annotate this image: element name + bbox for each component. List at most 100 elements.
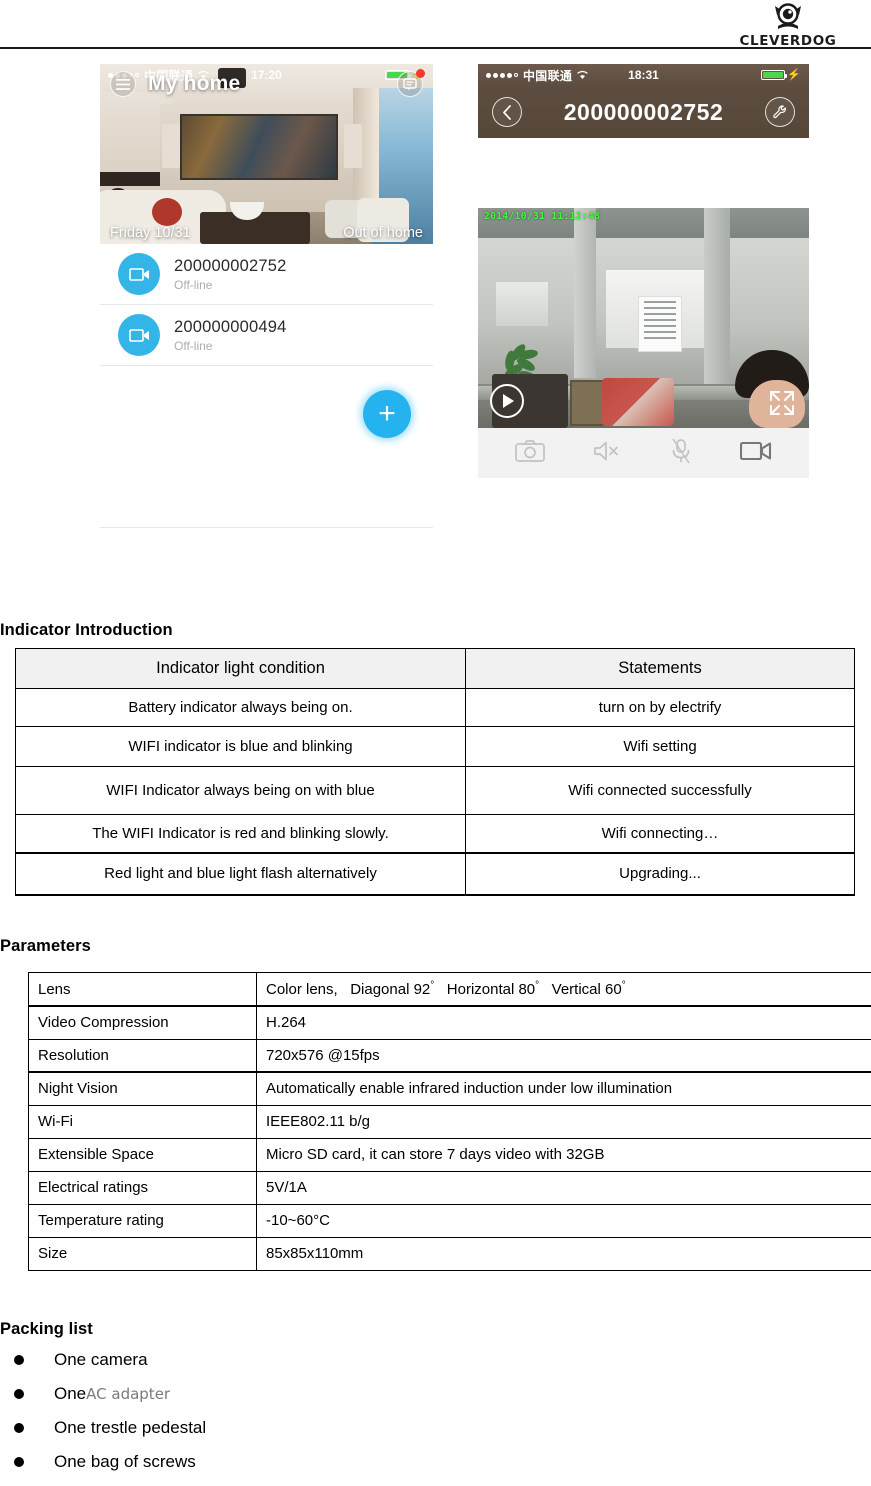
table-header-row: Indicator light condition Statements (16, 649, 855, 689)
play-icon[interactable] (490, 384, 524, 418)
indicator-section-title: Indicator Introduction (0, 621, 173, 640)
wifi-icon (576, 70, 589, 80)
packing-list: One camera One AC adapter One trestle pe… (0, 1350, 520, 1486)
parameter-value: H.264 (257, 1006, 871, 1039)
parameter-value: 5V/1A (257, 1171, 871, 1204)
page-title: My home (148, 72, 240, 96)
hero-mode-label: Out of home (343, 225, 423, 241)
microphone-muted-icon[interactable] (669, 438, 693, 469)
home-hero-image: 中国联通 17:20 ⚡ (100, 64, 433, 244)
indicator-condition: Red light and blue light flash alternati… (16, 853, 466, 895)
lens-value-main: Color lens, Diagonal 92 (266, 981, 430, 998)
table-row: Temperature rating -10~60°C (29, 1204, 871, 1237)
battery-charging-icon: ⚡ (761, 70, 801, 81)
parameter-label: Lens (29, 973, 257, 1007)
live-video-player[interactable]: 2014/10/31 11:12:48 (478, 208, 809, 428)
table-row: Video Compression H.264 (29, 1006, 871, 1039)
app-screenshots: 中国联通 17:20 ⚡ (0, 0, 871, 600)
live-view-toolbar (478, 428, 809, 478)
table-row: Wi-Fi IEEE802.11 b/g (29, 1105, 871, 1138)
indicator-condition: Battery indicator always being on. (16, 689, 466, 727)
indicator-condition: The WIFI Indicator is red and blinking s… (16, 815, 466, 853)
parameter-label: Temperature rating (29, 1204, 257, 1237)
device-id: 200000002752 (174, 257, 287, 276)
video-timestamp: 2014/10/31 11:12:48 (484, 211, 600, 222)
packing-item-label: One (54, 1384, 86, 1404)
nav-content-gap (478, 138, 809, 208)
indicator-statement: Wifi connected successfully (466, 767, 855, 815)
hamburger-menu-icon[interactable] (110, 71, 136, 97)
camera-snapshot-icon[interactable] (515, 439, 545, 468)
parameters-section-title: Parameters (0, 937, 91, 956)
packing-item-label: One camera (54, 1350, 148, 1370)
parameter-label: Size (29, 1237, 257, 1270)
list-item: One trestle pedestal (0, 1418, 520, 1452)
packing-item-label: One bag of screws (54, 1452, 196, 1472)
bullet-icon (14, 1389, 24, 1399)
degree-symbol: ° (622, 980, 626, 991)
message-badge (416, 69, 425, 78)
phone-screenshot-home: 中国联通 17:20 ⚡ (100, 64, 433, 528)
device-title: 200000002752 (478, 99, 809, 126)
parameter-value: Micro SD card, it can store 7 days video… (257, 1138, 871, 1171)
phone-screenshot-live-view: 中国联通 18:31 ⚡ 200000002752 (478, 64, 809, 478)
parameter-value: 85x85x110mm (257, 1237, 871, 1270)
parameter-label: Wi-Fi (29, 1105, 257, 1138)
parameter-value: Color lens, Diagonal 92° Horizontal 80° … (257, 973, 871, 1007)
packing-item-label: One trestle pedestal (54, 1418, 206, 1438)
device-id: 200000000494 (174, 318, 287, 337)
column-header-statements: Statements (466, 649, 855, 689)
lens-value-horizontal: Horizontal 80 (434, 981, 535, 998)
live-view-nav-bar: 200000002752 (478, 86, 809, 138)
list-item: One camera (0, 1350, 520, 1384)
fullscreen-icon[interactable] (767, 388, 797, 418)
indicator-condition: WIFI Indicator always being on with blue (16, 767, 466, 815)
status-badge: Off-line (174, 278, 287, 292)
parameter-label: Resolution (29, 1039, 257, 1072)
lens-value-vertical: Vertical 60 (539, 981, 622, 998)
bullet-icon (14, 1423, 24, 1433)
table-row: Night Vision Automatically enable infrar… (29, 1072, 871, 1105)
indicator-statement: Wifi setting (466, 727, 855, 767)
bullet-icon (14, 1355, 24, 1365)
wrench-icon[interactable] (765, 97, 795, 127)
table-row: Lens Color lens, Diagonal 92 ° Horizontal… (29, 973, 871, 1007)
parameter-value: 720x576 @15fps (257, 1039, 871, 1072)
table-row: Red light and blue light flash alternati… (16, 853, 855, 895)
device-list-empty-area: + (100, 366, 433, 528)
indicator-table: Indicator light condition Statements Bat… (15, 648, 855, 896)
video-camera-icon (118, 314, 160, 356)
table-row: Electrical ratings 5V/1A (29, 1171, 871, 1204)
list-item: One bag of screws (0, 1452, 520, 1486)
video-record-icon[interactable] (740, 439, 772, 468)
back-chevron-icon[interactable] (492, 97, 522, 127)
list-item[interactable]: 200000000494 Off-line (100, 305, 433, 366)
column-header-condition: Indicator light condition (16, 649, 466, 689)
parameter-value: IEEE802.11 b/g (257, 1105, 871, 1138)
parameter-label: Extensible Space (29, 1138, 257, 1171)
hero-date-label: Friday 10/31 (110, 225, 191, 241)
parameter-label: Video Compression (29, 1006, 257, 1039)
indicator-statement: Wifi connecting… (466, 815, 855, 853)
carrier-label: 中国联通 (523, 67, 572, 84)
list-item[interactable]: 200000002752 Off-line (100, 244, 433, 305)
speaker-muted-icon[interactable] (592, 439, 622, 468)
bullet-icon (14, 1457, 24, 1467)
add-device-button[interactable]: + (363, 390, 411, 438)
parameter-label: Night Vision (29, 1072, 257, 1105)
table-row: Extensible Space Micro SD card, it can s… (29, 1138, 871, 1171)
table-row: Size 85x85x110mm (29, 1237, 871, 1270)
table-row: Battery indicator always being on. turn … (16, 689, 855, 727)
packing-section-title: Packing list (0, 1320, 93, 1339)
signal-dots-icon (486, 73, 518, 78)
indicator-condition: WIFI indicator is blue and blinking (16, 727, 466, 767)
table-row: WIFI indicator is blue and blinking Wifi… (16, 727, 855, 767)
message-button[interactable] (397, 71, 423, 97)
parameter-value: -10~60°C (257, 1204, 871, 1237)
list-item: One AC adapter (0, 1384, 520, 1418)
indicator-statement: Upgrading... (466, 853, 855, 895)
home-nav-bar: My home (100, 64, 433, 104)
status-bar-right: 中国联通 18:31 ⚡ (478, 64, 809, 86)
parameter-value: Automatically enable infrared induction … (257, 1072, 871, 1105)
indicator-statement: turn on by electrify (466, 689, 855, 727)
